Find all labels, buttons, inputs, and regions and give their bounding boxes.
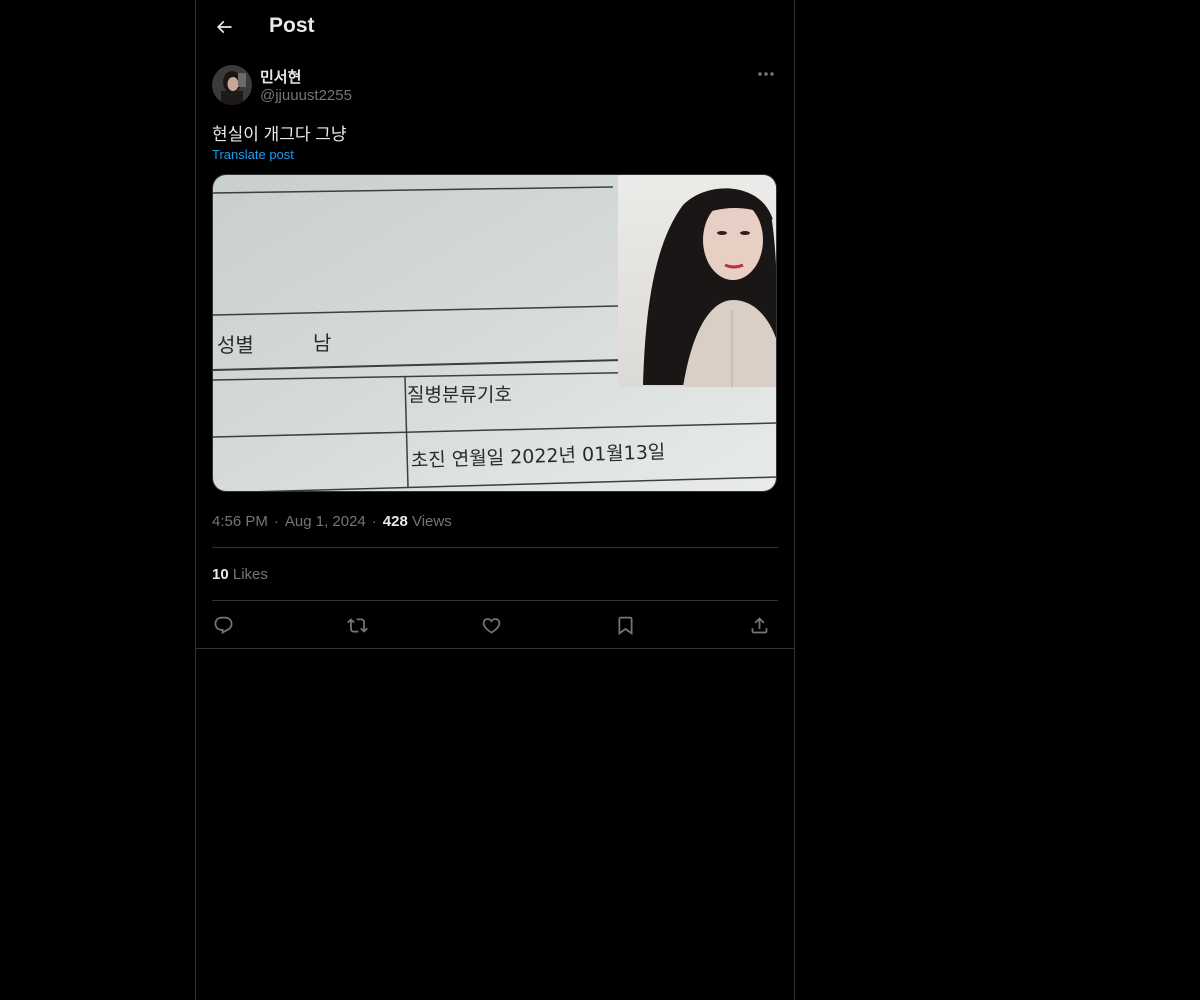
- form-value-gender: 남: [313, 331, 331, 355]
- arrow-left-icon: [216, 20, 232, 34]
- post-text: 현실이 개그다 그냥: [212, 125, 347, 144]
- share-icon: [751, 616, 767, 633]
- avatar[interactable]: [212, 65, 252, 105]
- reply-button[interactable]: [208, 610, 238, 640]
- header: Post: [196, 0, 794, 54]
- post-bottom-border: [196, 648, 794, 649]
- views-count: 428: [382, 513, 408, 530]
- heart-icon: [482, 617, 500, 634]
- divider: [212, 600, 778, 601]
- display-name[interactable]: 민서현: [260, 66, 301, 87]
- action-bar: [212, 610, 778, 640]
- repost-button[interactable]: [342, 610, 372, 640]
- share-button[interactable]: [744, 610, 774, 640]
- medical-document-photo: 성별 남 질병분류기호 초진 연월일 2022년 01월13일: [213, 175, 776, 491]
- repost-icon: [346, 617, 368, 633]
- main-column: Post 민서현 @jjuuust2255 현실이 개그다 그냥 Transla…: [195, 0, 795, 1000]
- like-button[interactable]: [476, 610, 506, 640]
- form-label-disease-code: 질병분류기호: [407, 384, 512, 406]
- post-date[interactable]: Aug 1, 2024: [285, 513, 366, 530]
- likes-count: 10: [212, 566, 229, 583]
- bookmark-button[interactable]: [610, 610, 640, 640]
- form-label-gender: 성별: [217, 333, 254, 357]
- post-author: 민서현 @jjuuust2255: [212, 64, 778, 108]
- reply-icon: [214, 616, 232, 634]
- bookmark-icon: [618, 616, 632, 635]
- page-title: Post: [269, 14, 315, 37]
- views-label: Views: [411, 513, 452, 530]
- likes-label: Likes: [232, 566, 268, 583]
- translate-post-link[interactable]: Translate post: [212, 147, 294, 162]
- back-button[interactable]: [208, 11, 240, 43]
- divider: [212, 547, 778, 548]
- post-image[interactable]: 성별 남 질병분류기호 초진 연월일 2022년 01월13일: [212, 174, 777, 492]
- post-time[interactable]: 4:56 PM: [212, 513, 268, 530]
- likes-row[interactable]: 10 Likes: [212, 566, 268, 583]
- more-options-button[interactable]: [754, 64, 778, 84]
- more-icon: [758, 72, 774, 76]
- user-handle[interactable]: @jjuuust2255: [260, 87, 352, 104]
- post-meta: 4:56 PM · Aug 1, 2024 · 428 Views: [212, 513, 452, 530]
